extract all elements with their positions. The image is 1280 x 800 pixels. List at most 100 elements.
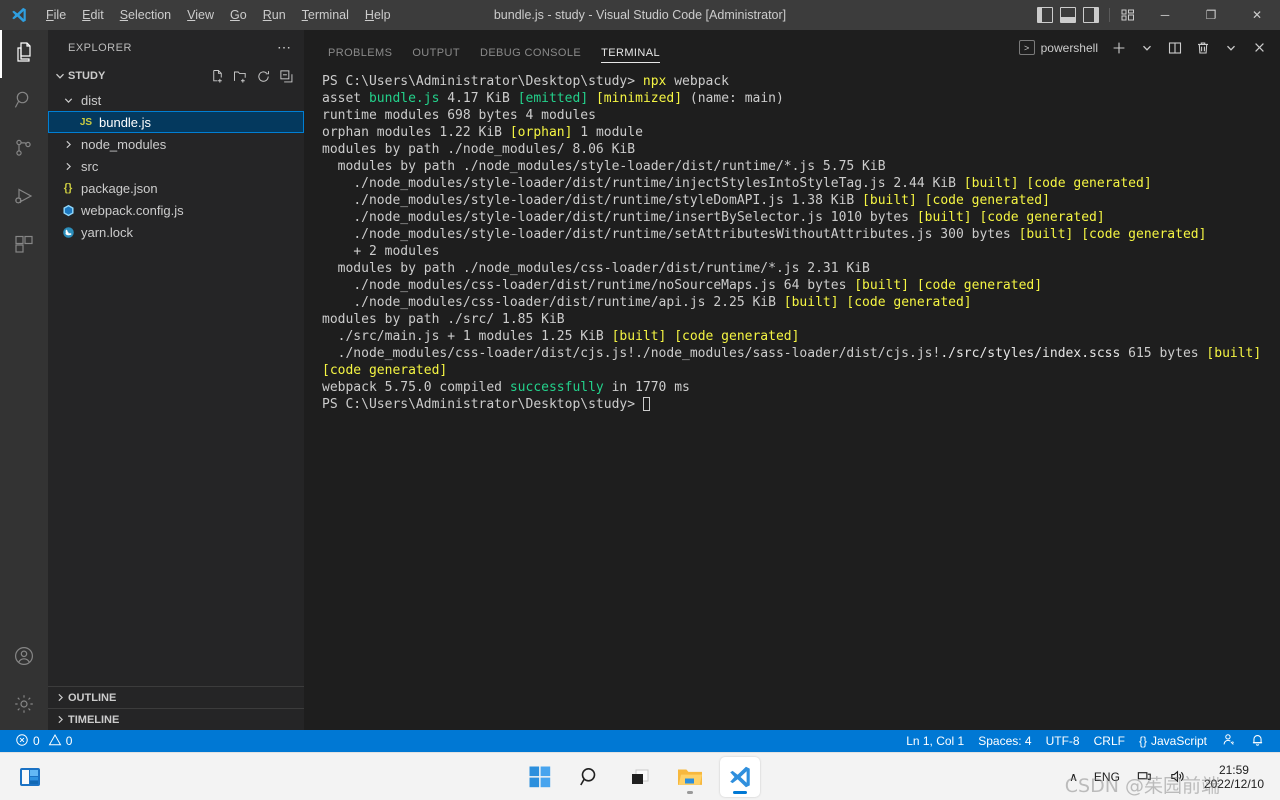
- terminal-segment: [built]: [854, 278, 910, 293]
- panel-label: OUTLINE: [68, 691, 117, 704]
- status-eol[interactable]: CRLF: [1087, 730, 1132, 752]
- new-folder-icon[interactable]: [230, 66, 250, 86]
- collapse-all-icon[interactable]: [276, 66, 296, 86]
- status-cursor-position[interactable]: Ln 1, Col 1: [899, 730, 971, 752]
- tree-item-dist[interactable]: dist: [48, 89, 304, 111]
- chevron-down-icon: [52, 68, 68, 84]
- toggle-secondary-sidebar-icon[interactable]: [1083, 7, 1099, 23]
- tree-item-node-modules[interactable]: node_modules: [48, 133, 304, 155]
- terminal-segment: [built]: [1018, 227, 1074, 242]
- taskbar-task-view-button[interactable]: [620, 757, 660, 797]
- tab-problems[interactable]: PROBLEMS: [318, 30, 402, 65]
- run-debug-icon: [12, 184, 36, 213]
- toggle-primary-sidebar-icon[interactable]: [1037, 7, 1053, 23]
- terminal-line: webpack 5.75.0 compiled successfully in …: [322, 379, 1270, 396]
- panel-actions: > powershell: [1013, 35, 1280, 61]
- close-panel-icon[interactable]: [1246, 35, 1272, 61]
- menu-terminal[interactable]: Terminal: [294, 0, 357, 30]
- sidebar-panel-outline[interactable]: OUTLINE: [48, 686, 304, 708]
- tree-item-label: yarn.lock: [81, 224, 134, 240]
- folder-section-study[interactable]: STUDY: [48, 65, 304, 87]
- status-language-mode[interactable]: {} JavaScript: [1132, 730, 1214, 752]
- split-terminal-icon[interactable]: [1162, 35, 1188, 61]
- tray-language-indicator[interactable]: ENG: [1088, 766, 1126, 788]
- menu-edit[interactable]: Edit: [74, 0, 112, 30]
- activity-run-and-debug[interactable]: [0, 174, 48, 222]
- refresh-icon[interactable]: [253, 66, 273, 86]
- new-terminal-icon[interactable]: [1106, 35, 1132, 61]
- terminal-segment: [code generated]: [1081, 227, 1207, 242]
- tree-item-src[interactable]: src: [48, 155, 304, 177]
- activity-accounts[interactable]: [0, 634, 48, 682]
- menu-file[interactable]: File: [38, 0, 74, 30]
- tree-item-bundle-js[interactable]: JS bundle.js: [48, 111, 304, 133]
- menu-view[interactable]: View: [179, 0, 222, 30]
- terminal-selector[interactable]: > powershell: [1013, 37, 1104, 59]
- terminal-segment: [code generated]: [924, 193, 1050, 208]
- new-file-icon[interactable]: [207, 66, 227, 86]
- toggle-panel-icon[interactable]: [1060, 7, 1076, 23]
- system-tray: ∧ ENG 21:59 2022/12/10: [1063, 761, 1272, 793]
- activity-explorer[interactable]: [0, 30, 48, 78]
- terminal-cursor: [642, 397, 650, 411]
- layout-controls: [1037, 7, 1142, 23]
- taskbar-start-button[interactable]: [520, 757, 560, 797]
- terminal-segment: 4.17 KiB: [439, 91, 518, 106]
- chevron-right-icon: [52, 712, 68, 728]
- tree-item-label: package.json: [81, 180, 158, 196]
- status-encoding[interactable]: UTF-8: [1039, 730, 1087, 752]
- terminal-segment: [909, 278, 917, 293]
- menu-selection[interactable]: Selection: [112, 0, 179, 30]
- tree-item-package-json[interactable]: {} package.json: [48, 177, 304, 199]
- kill-terminal-icon[interactable]: [1190, 35, 1216, 61]
- taskbar-search-button[interactable]: [570, 757, 610, 797]
- tab-terminal[interactable]: TERMINAL: [591, 30, 670, 65]
- tree-item-webpack-config-js[interactable]: webpack.config.js: [48, 199, 304, 221]
- terminal-segment: [built]: [916, 210, 972, 225]
- windows-taskbar: ∧ ENG 21:59 2022/12/10 CSDN @茱园前端: [0, 752, 1280, 800]
- bottom-panel: PROBLEMS OUTPUT DEBUG CONSOLE TERMINAL >…: [304, 30, 1280, 730]
- gear-icon: [12, 692, 36, 721]
- terminal-dropdown-icon[interactable]: [1134, 35, 1160, 61]
- explorer-sidebar: EXPLORER ⋯ STUDY dist JS bundle.js node_…: [48, 30, 304, 730]
- tray-network-icon[interactable]: [1130, 764, 1159, 789]
- status-indentation[interactable]: Spaces: 4: [971, 730, 1038, 752]
- extensions-icon: [12, 232, 36, 261]
- maximize-restore-button[interactable]: ❐: [1188, 0, 1234, 30]
- status-problems[interactable]: 0 0: [8, 730, 79, 752]
- close-window-button[interactable]: ✕: [1234, 0, 1280, 30]
- taskbar-clock[interactable]: 21:59 2022/12/10: [1196, 761, 1272, 793]
- terminal-segment: in 1770 ms: [603, 380, 690, 395]
- tab-output[interactable]: OUTPUT: [402, 30, 470, 65]
- status-notifications[interactable]: [1243, 730, 1272, 752]
- minimize-button[interactable]: ─: [1142, 0, 1188, 30]
- panel-chevron-down-icon[interactable]: [1218, 35, 1244, 61]
- menu-bar[interactable]: File Edit Selection View Go Run Terminal…: [38, 0, 399, 30]
- sidebar-panel-timeline[interactable]: TIMELINE: [48, 708, 304, 730]
- taskbar-vscode-button[interactable]: [720, 756, 760, 797]
- activity-extensions[interactable]: [0, 222, 48, 270]
- tree-item-label: node_modules: [81, 136, 167, 152]
- activity-bar-bottom: [0, 634, 48, 730]
- taskbar-widgets-button[interactable]: [10, 757, 50, 797]
- activity-search[interactable]: [0, 78, 48, 126]
- tab-debug-console[interactable]: DEBUG CONSOLE: [470, 30, 591, 65]
- menu-run[interactable]: Run: [255, 0, 294, 30]
- tray-volume-icon[interactable]: [1163, 764, 1192, 789]
- terminal-line: ./node_modules/css-loader/dist/runtime/n…: [322, 277, 1270, 294]
- status-feedback[interactable]: [1214, 730, 1243, 752]
- terminal-output[interactable]: PS C:\Users\Administrator\Desktop\study>…: [304, 65, 1280, 730]
- customize-layout-icon[interactable]: [1120, 7, 1136, 23]
- menu-go[interactable]: Go: [222, 0, 255, 30]
- taskbar-file-explorer-button[interactable]: [670, 757, 710, 797]
- menu-help[interactable]: Help: [357, 0, 399, 30]
- activity-manage-settings[interactable]: [0, 682, 48, 730]
- tray-chevron-up-icon[interactable]: ∧: [1063, 766, 1084, 788]
- terminal-segment: [built]: [862, 193, 917, 208]
- activity-source-control[interactable]: [0, 126, 48, 174]
- webpack-file-icon: [60, 202, 76, 218]
- tree-item-label: bundle.js: [99, 114, 152, 130]
- tree-item-yarn-lock[interactable]: yarn.lock: [48, 221, 304, 243]
- sidebar-more-actions-icon[interactable]: ⋯: [277, 39, 292, 56]
- taskbar-running-indicator: [687, 790, 693, 794]
